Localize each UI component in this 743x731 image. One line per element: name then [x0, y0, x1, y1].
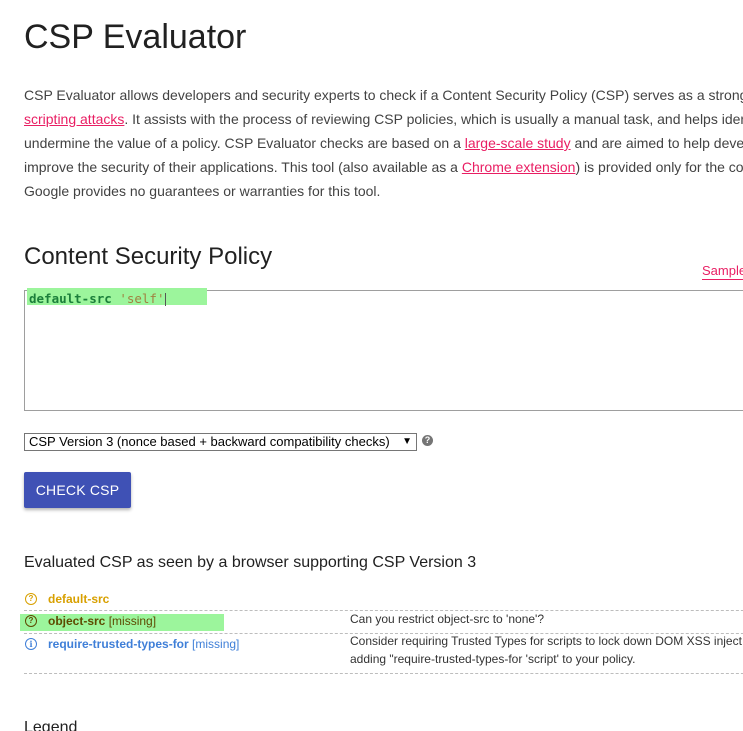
intro-paragraph: CSP Evaluator allows developers and secu… [24, 83, 743, 203]
policy-heading: Content Security Policy [24, 243, 273, 270]
finding-description-line-2: adding "require-trusted-types-for 'scrip… [350, 652, 636, 666]
intro-line-2: scripting attacks. It assists with the p… [24, 107, 743, 131]
editor-directive: default-src [29, 291, 112, 306]
editor-value: 'self' [119, 291, 165, 306]
intro-line-5: Google provides no guarantees or warrant… [24, 183, 381, 199]
missing-badge: [missing] [192, 637, 240, 651]
page-title: CSP Evaluator [24, 18, 247, 56]
csp-evaluator-page: CSP Evaluator CSP Evaluator allows devel… [0, 0, 743, 731]
directive-label: require-trusted-types-for [48, 637, 189, 651]
intro-line-3-text: undermine the value of a policy. CSP Eva… [24, 135, 465, 151]
result-row-default-src[interactable]: ? default-src [24, 590, 743, 610]
directive-label: object-src [48, 614, 106, 628]
row-divider [24, 673, 743, 674]
question-circle-icon: ? [25, 593, 37, 605]
result-row-object-src[interactable]: ? object-src [missing] Can you restrict … [20, 612, 743, 632]
intro-line-2-text: . It assists with the process of reviewi… [124, 111, 743, 127]
finding-description: Can you restrict object-src to 'none'? [350, 612, 545, 626]
intro-line-4-post: ) is provided only for the co [575, 159, 743, 175]
missing-badge: [missing] [108, 614, 157, 628]
csp-version-select[interactable]: CSP Version 3 (nonce based + backward co… [24, 433, 417, 451]
help-icon[interactable]: ? [422, 435, 433, 446]
csp-input-editor[interactable]: default-src 'self' [24, 288, 743, 411]
chrome-extension-link[interactable]: Chrome extension [462, 159, 576, 175]
large-scale-study-link[interactable]: large-scale study [465, 135, 571, 151]
result-row-require-trusted-types-for[interactable]: i require-trusted-types-for [missing] Co… [24, 634, 743, 673]
intro-line-3-post: and are aimed to help deve [570, 135, 743, 151]
intro-line-4-text: improve the security of their applicatio… [24, 159, 462, 175]
results-heading: Evaluated CSP as seen by a browser suppo… [24, 554, 477, 571]
legend-heading: Legend [24, 719, 78, 731]
directive-name: object-src [missing] [48, 614, 156, 628]
sample-link[interactable]: Sample [702, 263, 743, 280]
csp-version-selected: CSP Version 3 (nonce based + backward co… [29, 434, 390, 449]
directive-name: require-trusted-types-for [missing] [48, 637, 239, 651]
editor-code-line: default-src 'self' [29, 291, 167, 307]
scripting-attacks-link[interactable]: scripting attacks [24, 111, 124, 127]
question-circle-icon: ? [25, 615, 37, 627]
intro-line-3: undermine the value of a policy. CSP Eva… [24, 131, 743, 155]
dropdown-arrow-icon: ▼ [402, 436, 412, 447]
text-caret [165, 293, 167, 306]
info-circle-icon: i [25, 638, 37, 650]
check-csp-button[interactable]: CHECK CSP [24, 472, 131, 508]
finding-description-line-1: Consider requiring Trusted Types for scr… [350, 634, 742, 648]
intro-line-4: improve the security of their applicatio… [24, 155, 743, 179]
intro-line-1: CSP Evaluator allows developers and secu… [24, 87, 743, 103]
directive-name: default-src [48, 592, 110, 606]
